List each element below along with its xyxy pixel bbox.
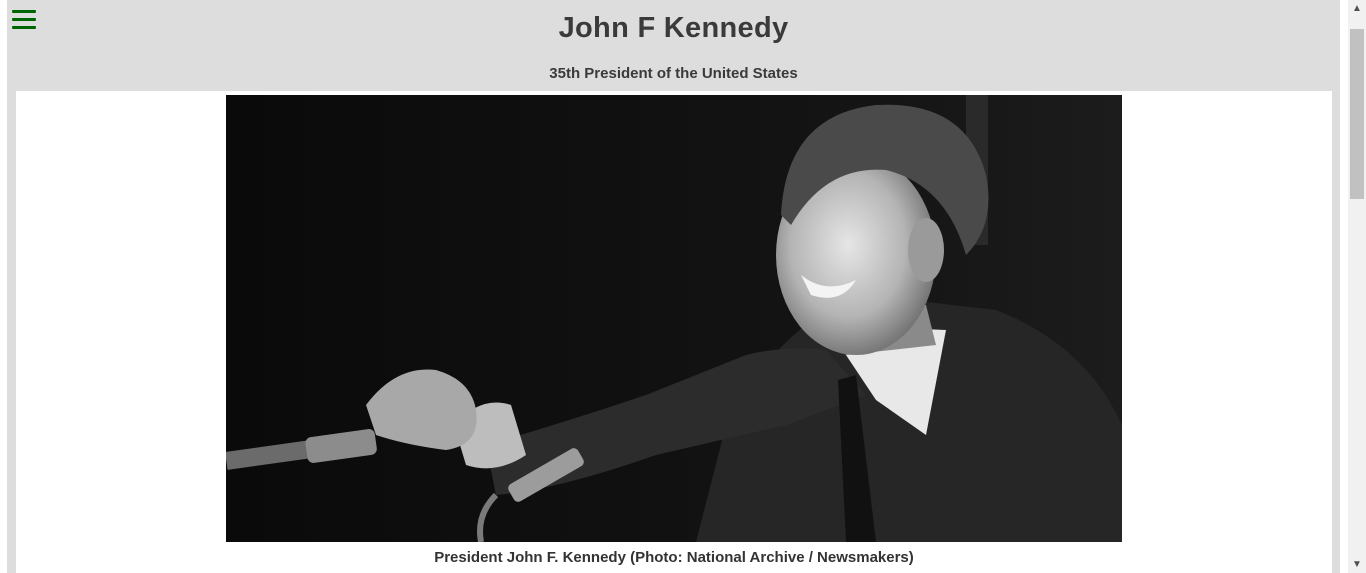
page-subtitle: 35th President of the United States (549, 65, 798, 82)
photo-illustration (226, 95, 1122, 542)
photo-caption: President John F. Kennedy (Photo: Nation… (434, 549, 914, 566)
kennedy-photo (226, 95, 1122, 542)
scroll-up-arrow-icon[interactable]: ▲ (1348, 0, 1366, 17)
page-background: John F Kennedy 35th President of the Uni… (7, 0, 1340, 573)
page-title: John F Kennedy (558, 12, 789, 44)
scrollbar-thumb[interactable] (1350, 29, 1364, 199)
vertical-scrollbar[interactable]: ▲ ▼ (1348, 0, 1366, 573)
scroll-down-arrow-icon[interactable]: ▼ (1348, 556, 1366, 573)
content-area: President John F. Kennedy (Photo: Nation… (16, 91, 1332, 573)
